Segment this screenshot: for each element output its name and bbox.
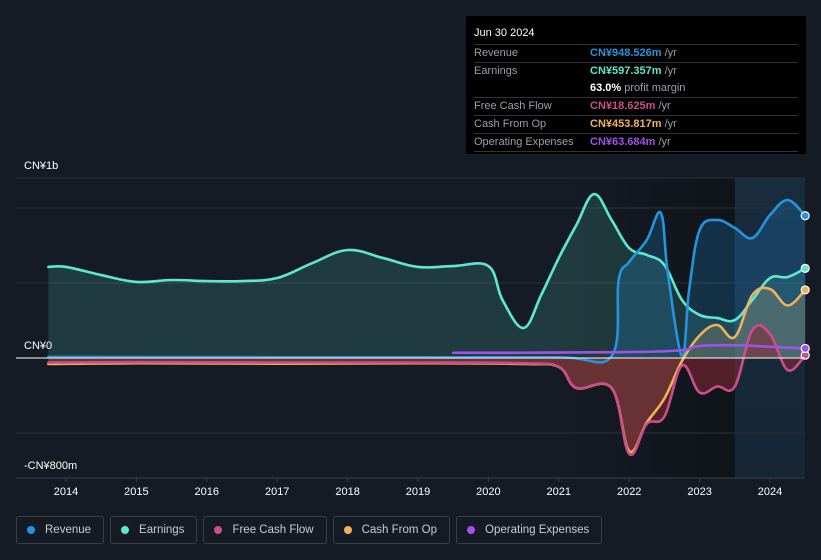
tooltip-suffix: /yr [661, 47, 677, 59]
x-tick-label: 2018 [335, 486, 359, 498]
legend-dot-icon [27, 526, 35, 534]
tooltip-date: Jun 30 2024 [474, 27, 535, 39]
legend-dot-icon [214, 526, 223, 534]
tooltip-value: CN¥63.684m [590, 136, 656, 148]
earnings-end-dot[interactable] [800, 263, 810, 273]
x-tick-label: 2014 [54, 486, 78, 498]
tooltip-label: Free Cash Flow [474, 100, 552, 112]
tooltip-suffix: /yr [655, 136, 671, 148]
tooltip-row-operating-expenses: Operating Expenses CN¥63.684m /yr [474, 133, 798, 151]
tooltip-value: CN¥948.526m [590, 47, 662, 59]
tooltip-value: CN¥597.357m [590, 65, 662, 77]
legend-dot-icon [343, 526, 352, 534]
tooltip-row-free-cash-flow: Free Cash Flow CN¥18.625m /yr [474, 97, 798, 115]
x-tick-label: 2022 [617, 486, 641, 498]
tooltip-label: Operating Expenses [474, 136, 574, 148]
tooltip-label: Revenue [474, 47, 519, 59]
legend: Revenue Earnings Free Cash Flow Cash From O… [16, 516, 603, 544]
tooltip-value: 63.0% [590, 82, 622, 94]
tooltip-label [474, 80, 590, 97]
x-tick-label: 2016 [195, 486, 219, 498]
tooltip-panel: Jun 30 2024 Revenue CN¥948.526m /yr Earnin… [466, 16, 806, 154]
y-tick-label: -CN¥800m [24, 460, 77, 472]
legend-label: Free Cash Flow [232, 524, 314, 536]
y-tick-label: CN¥1b [24, 160, 58, 172]
legend-item-free-cash-flow[interactable]: Free Cash Flow [203, 516, 327, 544]
x-tick-label: 2017 [265, 486, 289, 498]
tooltip-value: CN¥18.625m [590, 100, 656, 112]
x-tick-label: 2020 [476, 486, 500, 498]
cash-from-op-end-dot[interactable] [800, 285, 810, 295]
tooltip-label: Cash From Op [474, 118, 547, 130]
legend-item-operating-expenses[interactable]: Operating Expenses [456, 516, 603, 544]
y-tick-label: CN¥0 [24, 340, 52, 352]
legend-dot-icon [467, 526, 476, 534]
tooltip-suffix: /yr [655, 100, 671, 112]
legend-label: Earnings [139, 524, 185, 536]
operating-expenses-end-dot[interactable] [800, 343, 810, 354]
tooltip-value: CN¥453.817m [590, 118, 662, 130]
revenue-end-dot[interactable] [800, 211, 810, 221]
legend-item-revenue[interactable]: Revenue [16, 516, 105, 544]
legend-dot-icon [121, 526, 130, 534]
tooltip-row-profit-margin: 63.0% profit margin [474, 80, 798, 97]
x-tick-label: 2024 [758, 486, 782, 498]
tooltip-suffix: /yr [661, 65, 677, 77]
x-tick-label: 2019 [406, 486, 430, 498]
tooltip-row-earnings: Earnings CN¥597.357m /yr [474, 62, 798, 80]
tooltip-row-cash-from-op: Cash From Op CN¥453.817m /yr [474, 115, 798, 133]
x-tick-label: 2021 [547, 486, 571, 498]
tooltip-suffix: /yr [661, 118, 677, 130]
legend-item-earnings[interactable]: Earnings [110, 516, 198, 544]
legend-label: Revenue [45, 524, 92, 536]
tooltip-row-revenue: Revenue CN¥948.526m /yr [474, 44, 798, 62]
tooltip-suffix: profit margin [621, 82, 686, 94]
legend-label: Cash From Op [361, 524, 438, 536]
x-tick-label: 2015 [124, 486, 148, 498]
x-tick-label: 2023 [687, 486, 711, 498]
legend-item-cash-from-op[interactable]: Cash From Op [332, 516, 451, 544]
legend-label: Operating Expenses [485, 524, 590, 536]
tooltip-label: Earnings [474, 65, 518, 77]
